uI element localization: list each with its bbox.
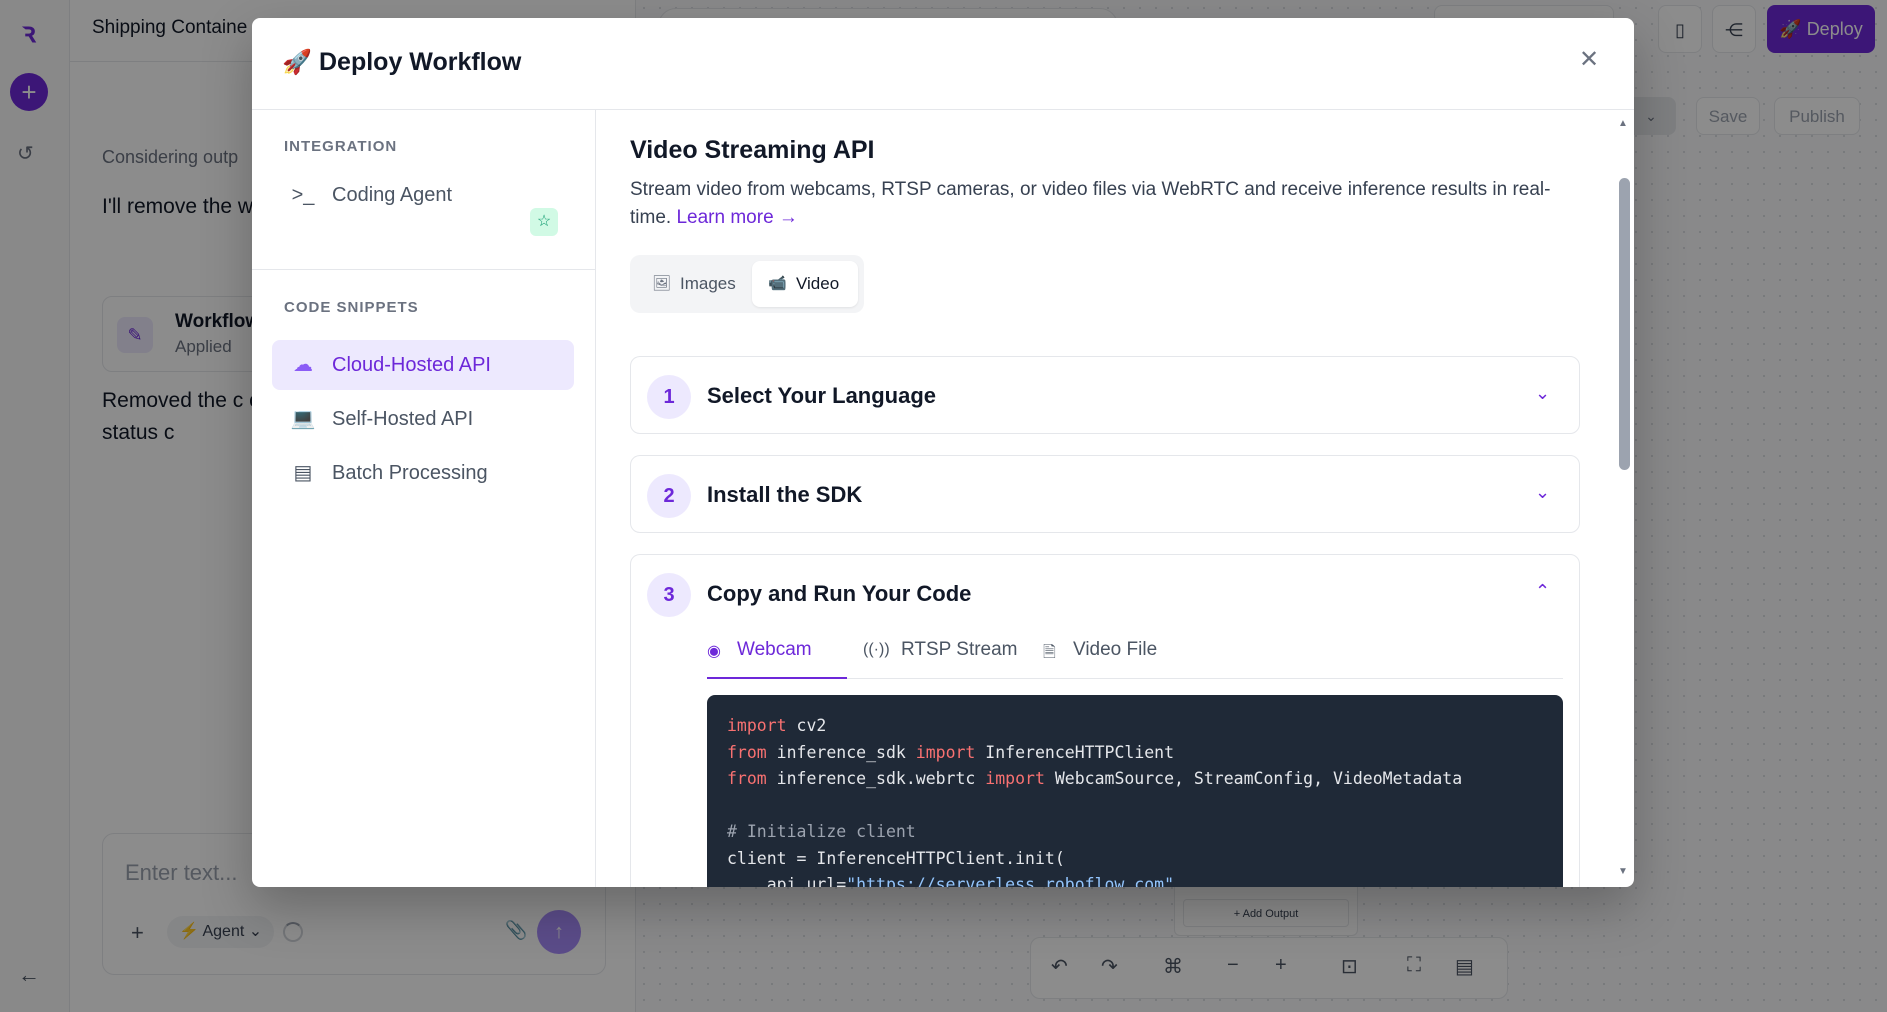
- step-number: 1: [647, 375, 691, 419]
- code-keyword: from: [727, 769, 767, 788]
- chevron-down-icon[interactable]: ⌄: [1535, 383, 1550, 404]
- scrollbar-thumb[interactable]: [1619, 178, 1630, 470]
- deploy-workflow-modal: 🚀 Deploy Workflow ✕ INTEGRATION >_ Codin…: [252, 18, 1634, 887]
- sidebar-item-cloud-hosted-api[interactable]: ☁ Cloud-Hosted API: [272, 340, 574, 390]
- section-heading: Video Streaming API: [630, 136, 875, 164]
- tab-video-file[interactable]: 🗎 Video File: [1043, 639, 1173, 679]
- scroll-down-icon[interactable]: ▼: [1618, 866, 1628, 877]
- sidebar-item-label: Self-Hosted API: [332, 408, 474, 430]
- video-option[interactable]: 📹 Video: [752, 261, 858, 307]
- webcam-icon: ◉: [707, 643, 721, 660]
- broadcast-icon: ((·)): [863, 641, 890, 658]
- step-title: Select Your Language: [707, 383, 937, 408]
- code-line: import cv2: [727, 713, 1543, 740]
- code-block[interactable]: import cv2 from inference_sdk import Infe…: [707, 695, 1563, 887]
- chevron-down-icon[interactable]: ⌄: [1535, 482, 1550, 503]
- code-snippets-section-label: CODE SNIPPETS: [284, 299, 419, 316]
- code-keyword: import: [985, 769, 1045, 788]
- code-text: cv2: [786, 716, 827, 735]
- sidebar-item-coding-agent[interactable]: >_ Coding Agent: [272, 170, 574, 220]
- step-copy-run-code: 3 Copy and Run Your Code ⌃ ◉ Webcam ((·)…: [630, 554, 1580, 887]
- code-line: api_url="https://serverless.roboflow.com…: [727, 872, 1543, 887]
- file-icon: 🗎: [1043, 644, 1056, 661]
- source-tabs: ◉ Webcam ((·)) RTSP Stream 🗎 Video File: [707, 639, 1563, 679]
- batch-icon: ▤: [293, 462, 313, 484]
- images-option[interactable]: 🖼 Images: [636, 261, 750, 307]
- option-label: Video: [796, 274, 840, 293]
- code-text: InferenceHTTPClient: [975, 742, 1175, 762]
- step-select-language[interactable]: 1 Select Your Language ⌄: [630, 356, 1580, 434]
- tab-label: RTSP Stream: [901, 639, 1018, 660]
- code-text: WebcamSource, StreamConfig, VideoMetadat…: [1044, 769, 1463, 788]
- step-number: 2: [647, 474, 691, 518]
- tab-rtsp-stream[interactable]: ((·)) RTSP Stream: [863, 639, 1023, 679]
- tab-webcam[interactable]: ◉ Webcam: [707, 639, 847, 679]
- code-text: client = InferenceHTTPClient.init(: [727, 848, 1065, 868]
- code-string: "https://serverless.roboflow.com": [846, 875, 1175, 887]
- sidebar-divider: [252, 269, 596, 270]
- step-title: Copy and Run Your Code: [707, 581, 972, 606]
- code-text: api_url=: [727, 875, 847, 887]
- tab-label: Webcam: [737, 639, 812, 660]
- sidebar-item-label: Batch Processing: [332, 462, 488, 484]
- tab-label: Video File: [1073, 639, 1158, 660]
- code-line: # Initialize client: [727, 819, 1543, 846]
- modal-content: Video Streaming API Stream video from we…: [596, 110, 1634, 887]
- laptop-icon: 💻: [290, 408, 316, 430]
- code-line: from inference_sdk import InferenceHTTPC…: [727, 740, 1543, 767]
- code-line: client = InferenceHTTPClient.init(: [727, 846, 1543, 873]
- cloud-icon: ☁: [293, 354, 313, 376]
- terminal-icon: >_: [291, 184, 315, 206]
- code-keyword: import: [727, 716, 787, 735]
- integration-section-label: INTEGRATION: [284, 138, 398, 155]
- modal-scrollbar[interactable]: ▲ ▼: [1614, 110, 1634, 887]
- close-icon[interactable]: ✕: [1579, 48, 1599, 72]
- sidebar-item-batch-processing[interactable]: ▤ Batch Processing: [272, 448, 574, 498]
- rocket-icon: 🚀: [282, 49, 312, 76]
- modal-title: Deploy Workflow: [319, 48, 522, 76]
- media-type-toggle: 🖼 Images 📹 Video: [630, 255, 864, 313]
- modal-sidebar: INTEGRATION >_ Coding Agent ☆ CODE SNIPP…: [252, 110, 596, 887]
- code-keyword: import: [915, 742, 976, 762]
- chevron-up-icon[interactable]: ⌃: [1535, 581, 1550, 602]
- star-icon[interactable]: ☆: [530, 208, 558, 236]
- sidebar-item-label: Cloud-Hosted API: [332, 354, 491, 376]
- modal-header: 🚀 Deploy Workflow ✕: [252, 18, 1634, 110]
- section-description: Stream video from webcams, RTSP cameras,…: [630, 176, 1570, 232]
- code-text: inference_sdk.webrtc: [766, 769, 986, 788]
- step-number: 3: [647, 573, 691, 617]
- image-icon: 🖼: [652, 275, 672, 292]
- step-title: Install the SDK: [707, 482, 863, 507]
- code-text: ,: [1174, 875, 1184, 887]
- code-text: inference_sdk: [766, 742, 916, 762]
- code-line: from inference_sdk.webrtc import WebcamS…: [727, 766, 1543, 793]
- code-comment: # Initialize client: [727, 822, 916, 841]
- sidebar-item-self-hosted-api[interactable]: 💻 Self-Hosted API: [272, 394, 574, 444]
- scroll-up-icon[interactable]: ▲: [1618, 118, 1628, 129]
- code-keyword: from: [727, 742, 767, 762]
- learn-more-link[interactable]: Learn more →: [676, 207, 797, 228]
- sidebar-item-label: Coding Agent: [332, 184, 453, 206]
- option-label: Images: [680, 274, 736, 293]
- video-icon: 📹: [768, 275, 787, 292]
- step-install-sdk[interactable]: 2 Install the SDK ⌄: [630, 455, 1580, 533]
